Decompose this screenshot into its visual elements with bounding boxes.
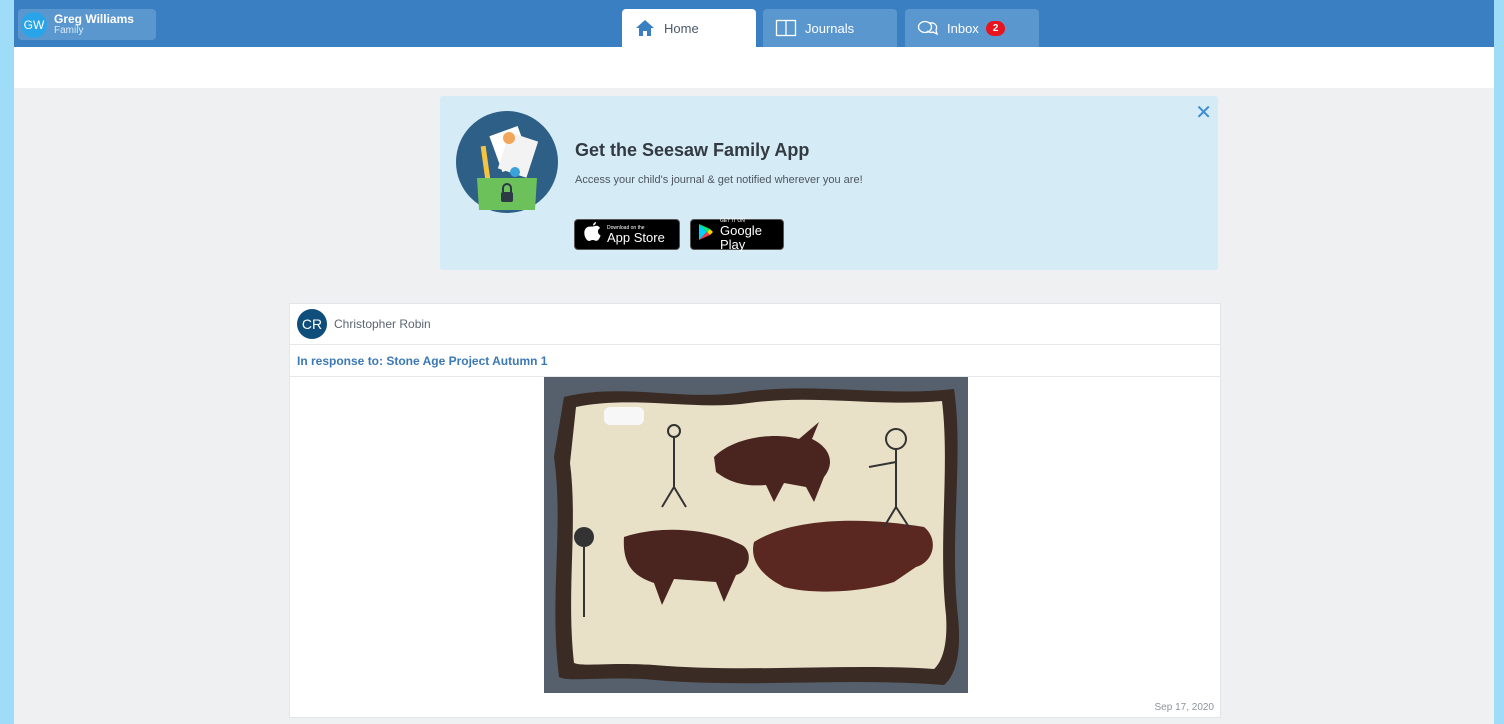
app-store-label: App Store — [607, 229, 665, 245]
sub-header — [14, 47, 1494, 88]
journal-post: CR Christopher Robin In response to: Sto… — [289, 303, 1221, 718]
tab-home-label: Home — [664, 20, 699, 36]
user-role: Family — [54, 24, 84, 36]
user-menu[interactable]: GW Greg Williams Family — [18, 9, 156, 40]
journal-icon — [775, 17, 797, 39]
banner-title: Get the Seesaw Family App — [575, 140, 810, 160]
inbox-unread-badge: 2 — [985, 20, 1006, 36]
google-play-icon — [698, 223, 714, 246]
tab-journals-label: Journals — [805, 20, 855, 36]
tab-inbox-label: Inbox — [947, 20, 979, 36]
tab-home[interactable]: Home — [622, 9, 756, 47]
google-play-label: Google Play — [720, 222, 762, 252]
tab-inbox[interactable]: Inbox 2 — [905, 9, 1039, 47]
post-image[interactable] — [544, 377, 968, 693]
google-play-button[interactable]: GET IT ON Google Play — [690, 218, 784, 252]
top-bar: GW Greg Williams Family Home Journals In… — [14, 0, 1494, 47]
family-app-illustration — [456, 111, 558, 213]
user-avatar: GW — [21, 11, 47, 38]
home-icon — [634, 17, 656, 39]
tab-journals[interactable]: Journals — [763, 9, 897, 47]
user-name: Greg Williams — [54, 11, 134, 26]
banner-subtitle: Access your child's journal & get notifi… — [575, 174, 863, 186]
author-avatar: CR — [297, 309, 327, 339]
post-date: Sep 17, 2020 — [1154, 702, 1215, 713]
post-header: CR Christopher Robin — [290, 304, 1220, 345]
author-name[interactable]: Christopher Robin — [334, 317, 431, 331]
response-link[interactable]: In response to: Stone Age Project Autumn… — [290, 345, 1220, 377]
app-store-button[interactable]: Download on the App Store — [574, 219, 680, 250]
app-promo-banner: ✕ Get the Seesaw Family App Access your … — [440, 96, 1218, 270]
chat-bubbles-icon — [917, 17, 939, 39]
close-icon[interactable]: ✕ — [1195, 100, 1212, 125]
apple-icon — [584, 222, 601, 247]
